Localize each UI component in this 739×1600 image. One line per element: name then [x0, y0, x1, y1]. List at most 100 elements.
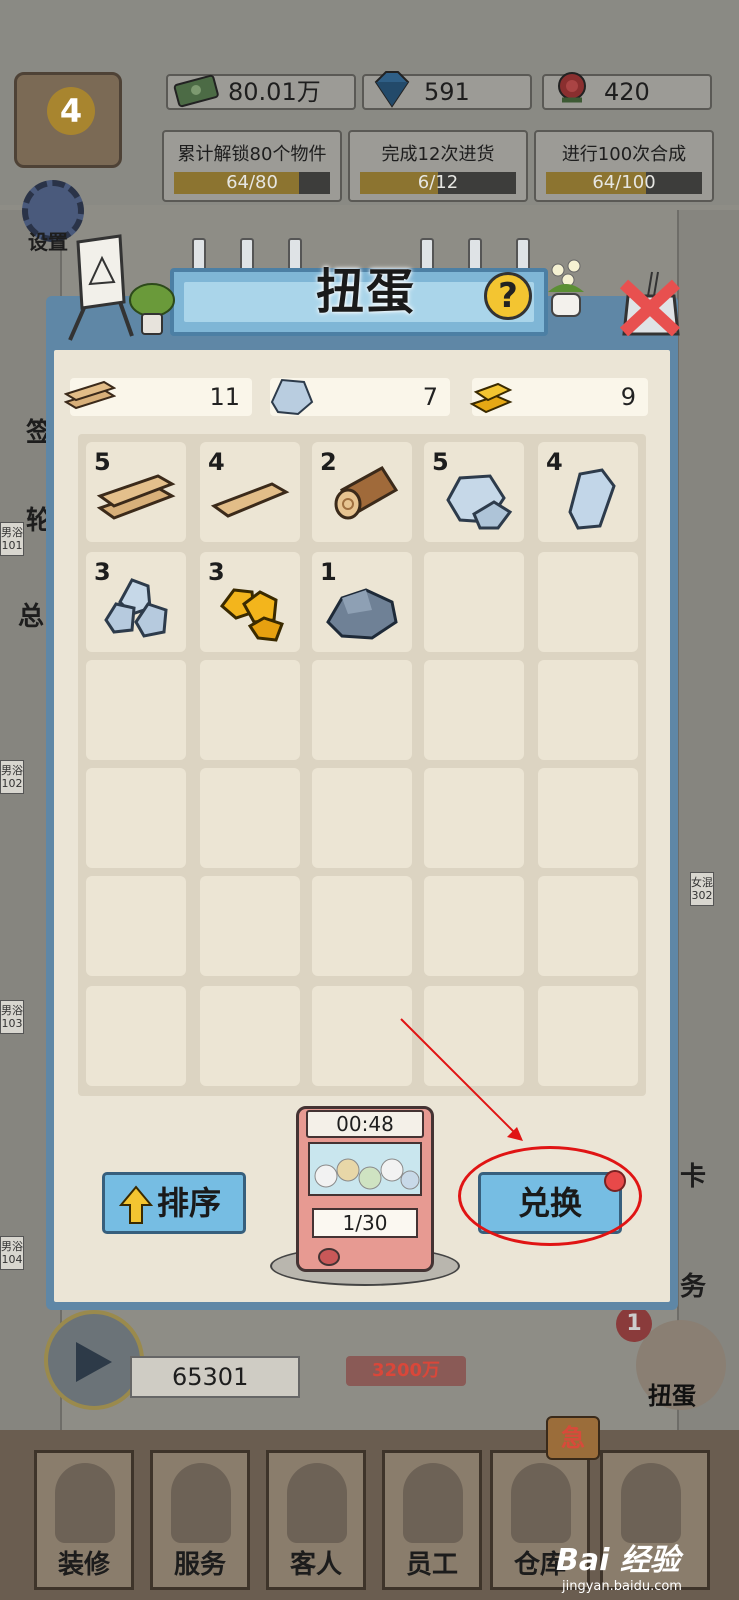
- nav-guests[interactable]: 客人: [266, 1450, 366, 1590]
- inventory-slot[interactable]: [538, 552, 638, 652]
- guest-avatar-icon: [287, 1463, 347, 1543]
- task-side-button[interactable]: 务: [680, 1266, 706, 1303]
- inventory-slot[interactable]: [200, 876, 300, 976]
- watermark-url: jingyan.baidu.com: [562, 1579, 682, 1594]
- close-icon[interactable]: [618, 270, 684, 336]
- inventory-slot[interactable]: [538, 660, 638, 760]
- wood-plank-icon: [210, 482, 290, 518]
- summary-side-button[interactable]: 总: [18, 596, 44, 633]
- top-bar: 4 80.01万 591 420 累计解锁80个物件 64/80 完成12次进货…: [0, 0, 739, 210]
- inventory-slot[interactable]: [312, 876, 412, 976]
- room-tag: 男浴101: [0, 522, 24, 556]
- inventory-slot[interactable]: [424, 552, 524, 652]
- level-number: 4: [47, 87, 95, 135]
- sort-label: 排序: [157, 1184, 222, 1222]
- inventory-slot[interactable]: [86, 876, 186, 976]
- coin-value: 65301: [172, 1363, 249, 1391]
- diamond-value: 591: [424, 78, 470, 106]
- cash-counter: 80.01万: [166, 74, 356, 110]
- task-name: 累计解锁80个物件: [177, 144, 327, 165]
- inventory-slot[interactable]: 1: [312, 552, 412, 652]
- inventory-slot[interactable]: [200, 986, 300, 1086]
- urgent-badge: 急: [546, 1416, 600, 1460]
- nav-label: 装修: [57, 1550, 110, 1580]
- inventory-slot[interactable]: [312, 660, 412, 760]
- task-progress-text: 64/100: [592, 172, 656, 193]
- inventory-slot[interactable]: [538, 768, 638, 868]
- level-badge[interactable]: 4: [14, 72, 122, 168]
- inventory-slot[interactable]: [424, 660, 524, 760]
- modal-title: 扭蛋: [315, 264, 416, 320]
- inventory-slot[interactable]: 4: [200, 442, 300, 542]
- wood-planks-icon: [96, 474, 176, 520]
- inventory-slot[interactable]: [200, 660, 300, 760]
- room-tag: 男浴102: [0, 760, 24, 794]
- room-tag: 男浴103: [0, 1000, 24, 1034]
- rose-counter: 420: [542, 72, 712, 110]
- diamond-icon: [374, 71, 410, 108]
- nav-service[interactable]: 服务: [150, 1450, 250, 1590]
- warehouse-icon: [511, 1463, 571, 1543]
- gacha-side-label: 扭蛋: [648, 1382, 696, 1410]
- inventory-slot[interactable]: 5: [424, 442, 524, 542]
- cash-value: 80.01万: [228, 78, 321, 106]
- watermark-brand: Bai 经验: [556, 1543, 680, 1578]
- nav-label: 客人: [289, 1550, 342, 1580]
- inventory-slot[interactable]: 2: [312, 442, 412, 542]
- gold-bar-icon: [469, 382, 513, 414]
- gacha-side-button[interactable]: 1 扭蛋: [616, 1306, 726, 1410]
- staff-avatar-icon: [403, 1463, 463, 1543]
- room-tag: 男浴104: [0, 1236, 24, 1270]
- stone-counter: 7: [270, 378, 450, 416]
- inventory-slot[interactable]: [424, 876, 524, 976]
- nav-decorate[interactable]: 装修: [34, 1450, 134, 1590]
- capsule-window: [308, 1142, 422, 1196]
- capsules-icon: [314, 1158, 420, 1190]
- log-icon: [334, 466, 399, 520]
- machine-knob-icon[interactable]: [318, 1248, 340, 1266]
- inventory-slot[interactable]: [86, 660, 186, 760]
- diamond-counter: 591: [362, 71, 532, 110]
- task-card[interactable]: 完成12次进货 6/12: [348, 130, 528, 202]
- inventory-slot[interactable]: [200, 768, 300, 868]
- sort-button[interactable]: 排序: [102, 1172, 246, 1234]
- gold-ore-icon: [219, 588, 284, 642]
- rose-value: 420: [604, 78, 650, 106]
- crystal-icon: [568, 468, 616, 530]
- task-card[interactable]: 进行100次合成 64/100: [534, 130, 714, 202]
- help-button[interactable]: ?: [484, 272, 532, 320]
- gold-count: 9: [620, 383, 636, 411]
- paintbrush-icon: [55, 1463, 115, 1543]
- inventory-slot[interactable]: [312, 768, 412, 868]
- flower-pot-icon: [548, 259, 584, 317]
- inventory-slot[interactable]: 4: [538, 442, 638, 542]
- shower-icon: [171, 1463, 231, 1543]
- gacha-badge: 1: [616, 1306, 652, 1342]
- task-card[interactable]: 累计解锁80个物件 64/80: [162, 130, 342, 202]
- inventory-slot[interactable]: 5: [86, 442, 186, 542]
- inventory-slot[interactable]: [86, 986, 186, 1086]
- inventory-slot[interactable]: [538, 986, 638, 1086]
- inventory-slot[interactable]: 3: [200, 552, 300, 652]
- inventory-slot[interactable]: [424, 768, 524, 868]
- task-progress-bar: 64/100: [546, 172, 702, 194]
- annotation-arrow-icon: [400, 1018, 523, 1141]
- nav-label: 服务: [173, 1550, 226, 1580]
- dark-rock-icon: [326, 588, 398, 640]
- inventory-slot[interactable]: [538, 876, 638, 976]
- room-tag: 女混302: [690, 872, 714, 906]
- watermark: Bai 经验 jingyan.baidu.com: [556, 1535, 736, 1599]
- card-side-button[interactable]: 卡: [680, 1156, 706, 1193]
- inventory-slot[interactable]: 3: [86, 552, 186, 652]
- shop-icon: [621, 1463, 681, 1543]
- task-progress-bar: 6/12: [360, 172, 516, 194]
- stone-icon: [270, 378, 314, 416]
- silver-ore-icon: [446, 474, 513, 530]
- task-progress-bar: 64/80: [174, 172, 330, 194]
- price-tag: 3200万: [346, 1356, 466, 1386]
- inventory-slot[interactable]: [86, 768, 186, 868]
- rose-icon: [558, 72, 586, 103]
- rock-pile-icon: [104, 578, 168, 638]
- video-play-icon[interactable]: [44, 1310, 144, 1410]
- nav-staff[interactable]: 员工: [382, 1450, 482, 1590]
